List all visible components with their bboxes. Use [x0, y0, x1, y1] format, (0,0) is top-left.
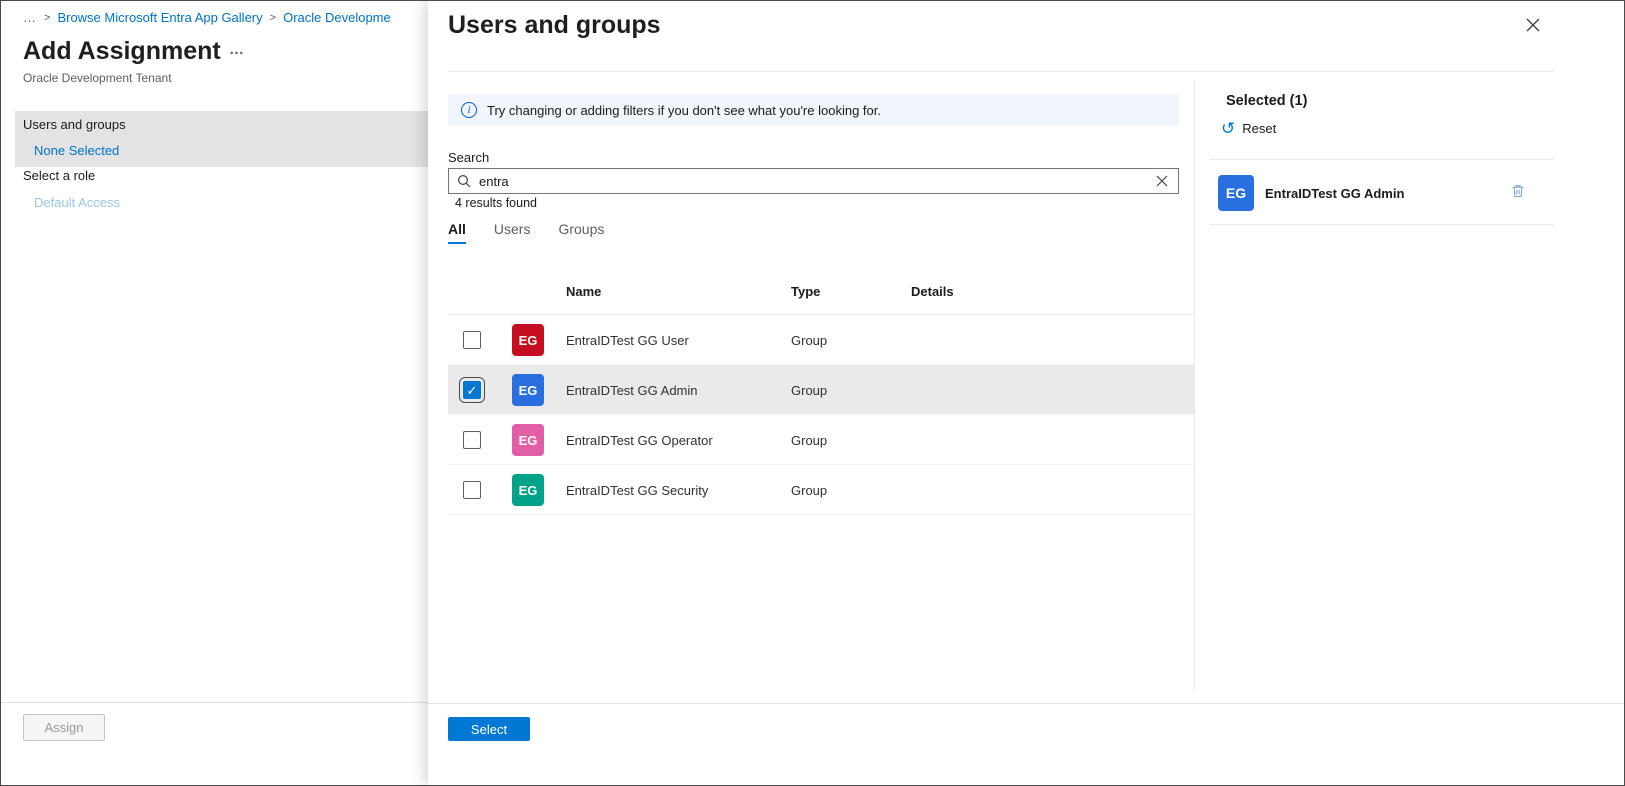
results-list: EG EntraIDTest GG User Group EG EntraIDT…	[448, 315, 1194, 515]
tab-all[interactable]: All	[448, 221, 466, 244]
add-assignment-page: … > Browse Microsoft Entra App Gallery >…	[1, 1, 428, 785]
row-checkbox[interactable]	[463, 381, 481, 399]
search-input[interactable]	[479, 174, 1146, 189]
selected-count-title: Selected (1)	[1226, 93, 1307, 109]
screen: … > Browse Microsoft Entra App Gallery >…	[0, 0, 1625, 786]
info-icon: i	[461, 102, 477, 118]
row-name: EntraIDTest GG Admin	[566, 383, 698, 398]
default-access-link[interactable]: Default Access	[34, 195, 120, 210]
row-checkbox[interactable]	[463, 331, 481, 349]
breadcrumb-separator: >	[44, 12, 50, 24]
tab-groups[interactable]: Groups	[558, 221, 604, 244]
results-count: 4 results found	[455, 196, 537, 210]
trash-icon	[1510, 183, 1526, 199]
row-type: Group	[791, 433, 827, 448]
table-row[interactable]: EG EntraIDTest GG User Group	[448, 315, 1194, 365]
users-groups-panel: Users and groups i Try changing or addin…	[428, 1, 1624, 785]
tab-users[interactable]: Users	[494, 221, 531, 244]
assign-button[interactable]: Assign	[23, 714, 105, 741]
close-icon	[1526, 18, 1540, 32]
breadcrumb-link-current[interactable]: Oracle Developme	[283, 10, 391, 25]
tabs: All Users Groups	[448, 221, 604, 244]
table-row[interactable]: EG EntraIDTest GG Admin Group	[448, 365, 1194, 415]
page-subtitle: Oracle Development Tenant	[23, 71, 172, 85]
select-button[interactable]: Select	[448, 717, 530, 741]
row-type: Group	[791, 333, 827, 348]
panel-header-divider	[448, 71, 1554, 72]
table-row[interactable]: EG EntraIDTest GG Security Group	[448, 465, 1194, 515]
footer-divider	[1, 702, 428, 703]
row-name: EntraIDTest GG Security	[566, 483, 708, 498]
row-checkbox[interactable]	[463, 431, 481, 449]
panel-title: Users and groups	[448, 11, 661, 40]
users-groups-field: Users and groups None Selected	[15, 111, 428, 167]
title-context-menu-icon[interactable]: …	[229, 41, 245, 58]
column-header-details: Details	[911, 284, 954, 299]
reset-icon: ↺	[1221, 120, 1235, 137]
none-selected-link[interactable]: None Selected	[34, 143, 119, 158]
vertical-divider	[1194, 79, 1195, 691]
info-banner-text: Try changing or adding filters if you do…	[487, 103, 881, 118]
search-box	[448, 168, 1179, 194]
table-row[interactable]: EG EntraIDTest GG Operator Group	[448, 415, 1194, 465]
row-type: Group	[791, 483, 827, 498]
row-checkbox[interactable]	[463, 481, 481, 499]
close-button[interactable]	[1522, 14, 1544, 36]
breadcrumb: … > Browse Microsoft Entra App Gallery >…	[23, 10, 426, 25]
search-label: Search	[448, 150, 489, 165]
users-groups-label: Users and groups	[23, 117, 126, 132]
row-name: EntraIDTest GG Operator	[566, 433, 713, 448]
breadcrumb-ellipsis[interactable]: …	[23, 10, 37, 25]
selected-item: EG EntraIDTest GG Admin	[1210, 159, 1554, 225]
info-banner: i Try changing or adding filters if you …	[448, 94, 1179, 126]
search-icon	[457, 174, 471, 188]
clear-search-icon	[1156, 175, 1168, 187]
select-role-label: Select a role	[23, 168, 95, 183]
reset-button[interactable]: ↺ Reset	[1221, 120, 1276, 137]
group-avatar: EG	[512, 424, 544, 456]
breadcrumb-separator: >	[270, 12, 276, 24]
row-name: EntraIDTest GG User	[566, 333, 689, 348]
remove-selected-button[interactable]	[1510, 183, 1526, 199]
column-header-name: Name	[566, 284, 601, 299]
group-avatar: EG	[512, 324, 544, 356]
group-avatar: EG	[512, 374, 544, 406]
selected-item-avatar: EG	[1218, 175, 1254, 211]
panel-footer-divider	[428, 703, 1624, 704]
reset-label: Reset	[1242, 121, 1276, 136]
column-header-type: Type	[791, 284, 820, 299]
group-avatar: EG	[512, 474, 544, 506]
clear-search-button[interactable]	[1154, 173, 1170, 189]
breadcrumb-link-app-gallery[interactable]: Browse Microsoft Entra App Gallery	[57, 10, 262, 25]
row-type: Group	[791, 383, 827, 398]
selected-item-name: EntraIDTest GG Admin	[1265, 186, 1404, 201]
page-title: Add Assignment	[23, 37, 221, 66]
